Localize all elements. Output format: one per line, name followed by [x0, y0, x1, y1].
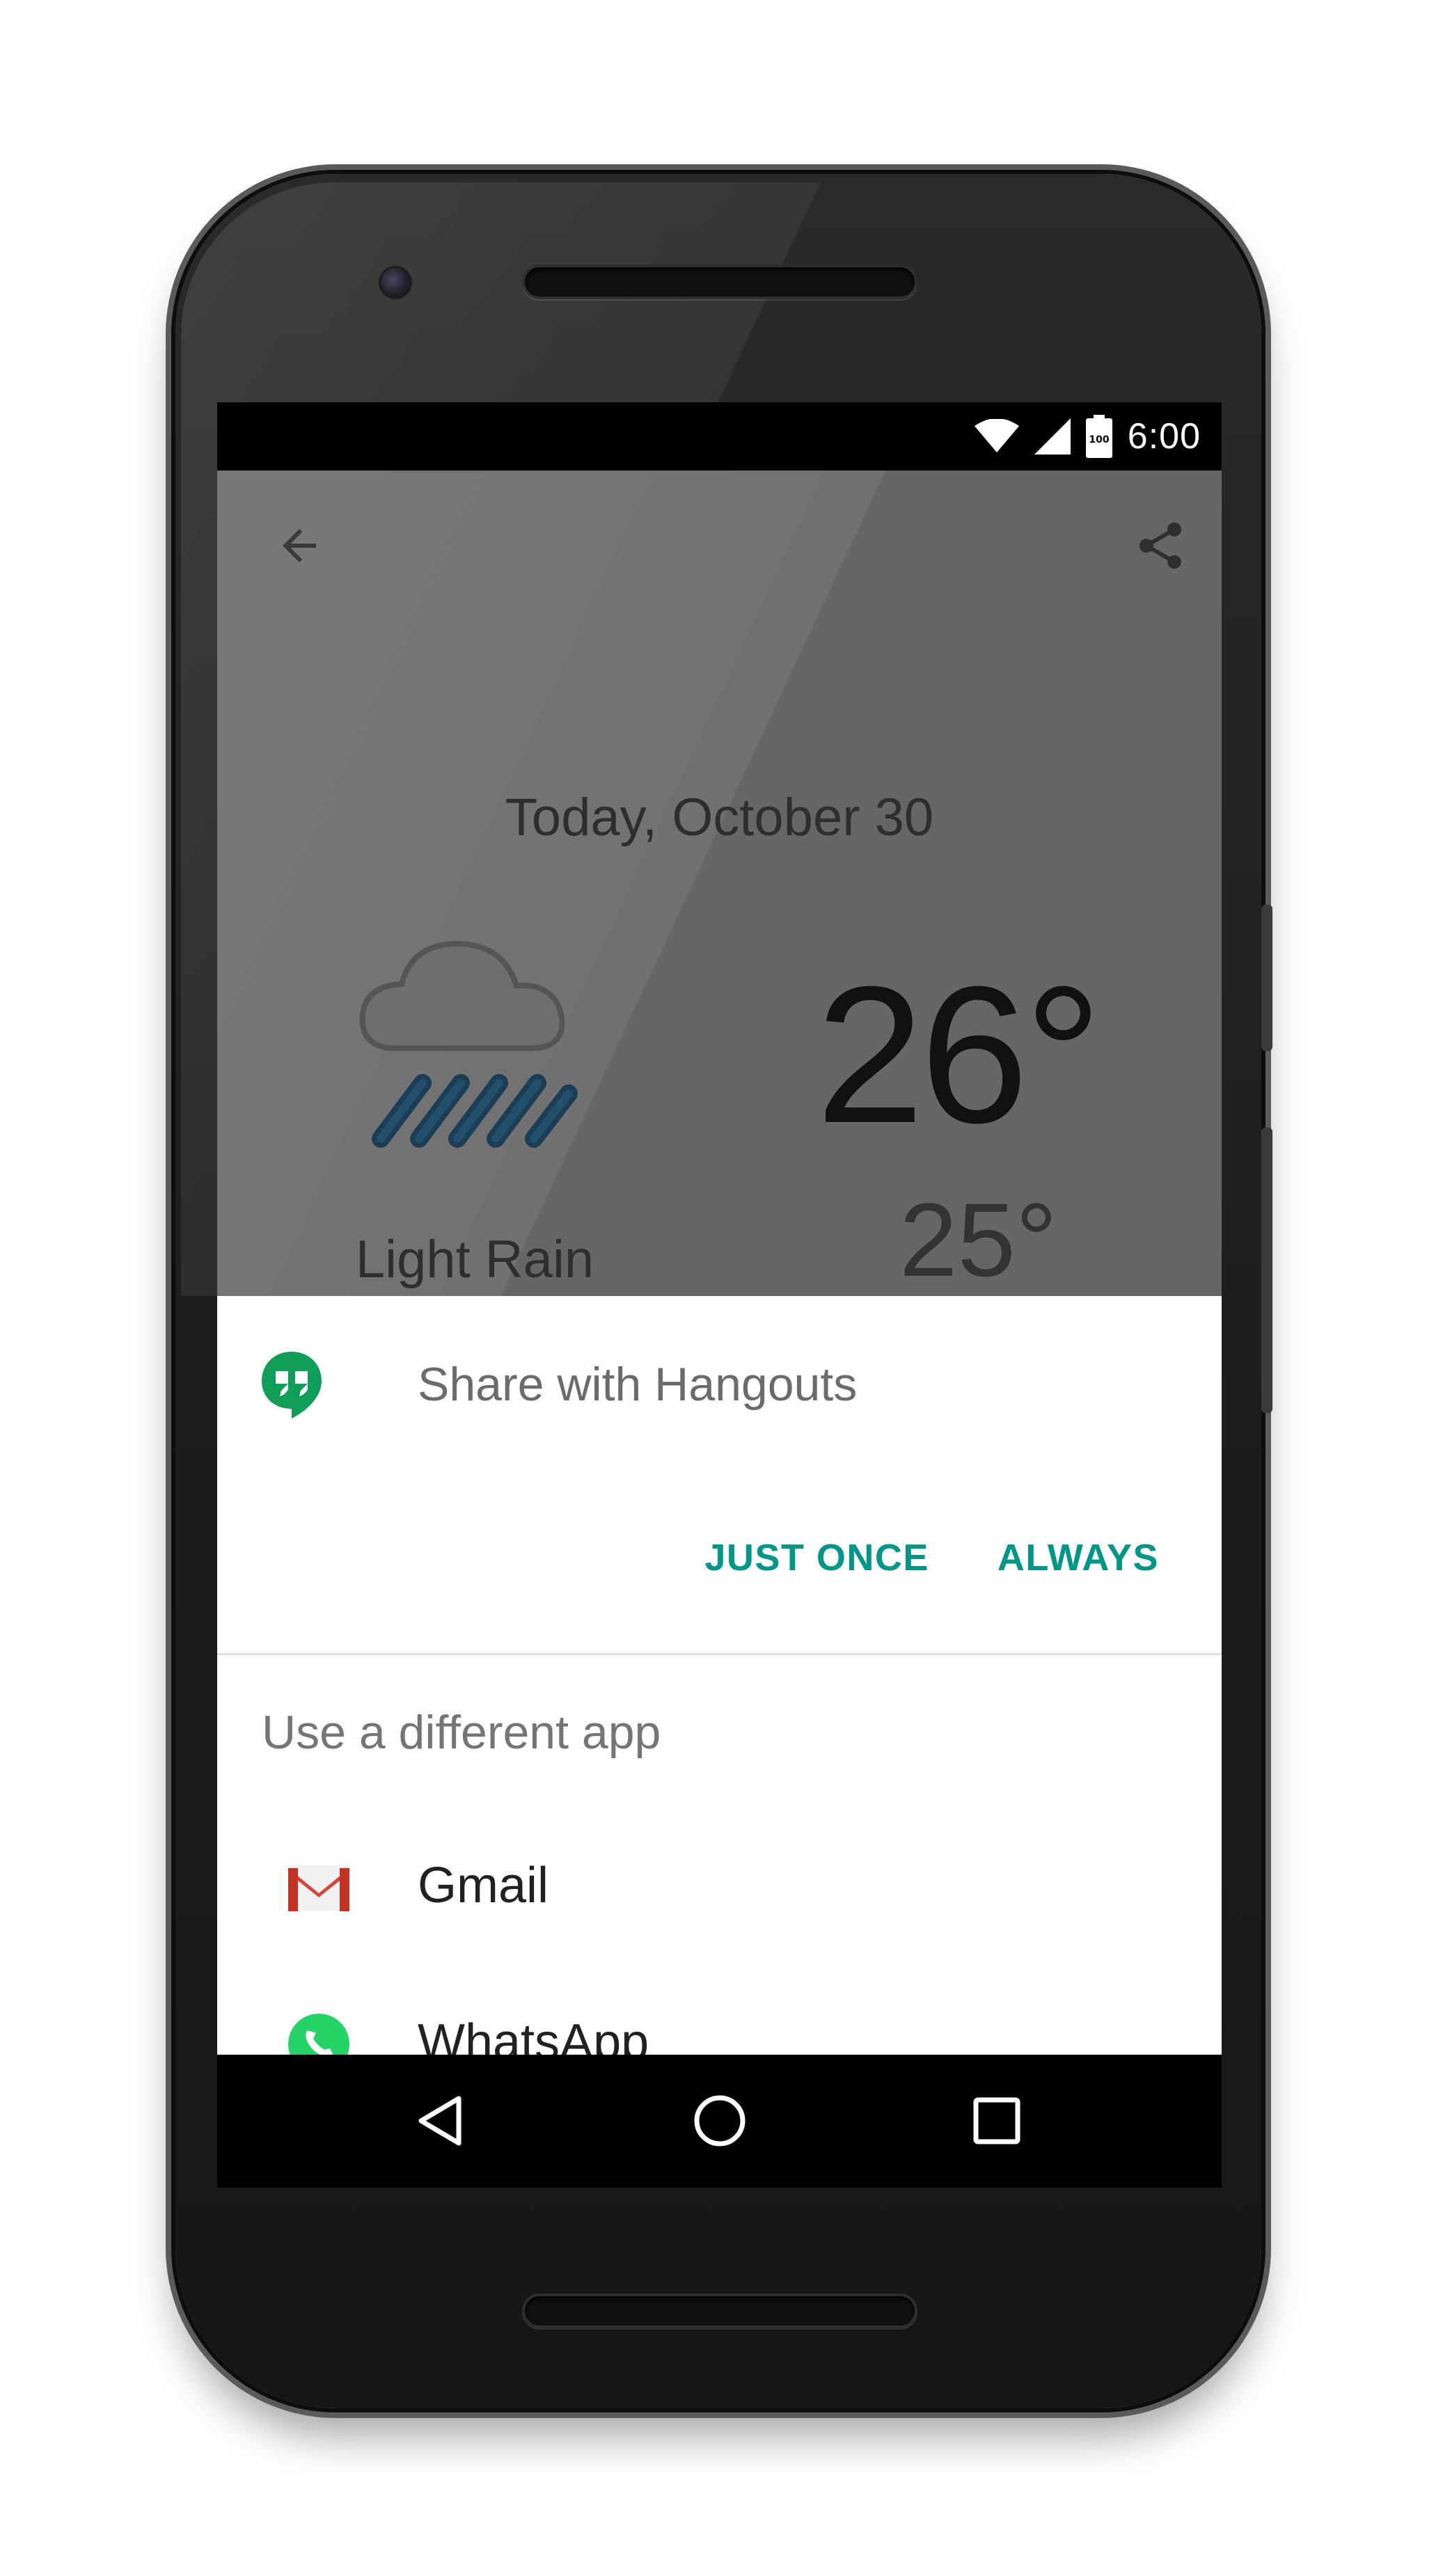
gmail-icon — [288, 1865, 349, 1911]
screen-glare — [217, 471, 1222, 1296]
status-icons: 100 6:00 — [974, 402, 1201, 471]
battery-icon: 100 — [1085, 415, 1112, 458]
screen: 100 6:00 Today, October 30 26° 25° Light… — [217, 402, 1222, 2188]
nav-home-icon — [694, 2095, 746, 2147]
app-option-gmail[interactable]: Gmail — [217, 1825, 1222, 1964]
navigation-bar — [217, 2055, 1222, 2188]
always-button[interactable]: ALWAYS — [998, 1536, 1159, 1579]
weather-detail-screen: Today, October 30 26° 25° Light Rain — [217, 471, 1222, 1296]
app-option-whatsapp[interactable]: WhatsApp — [217, 1982, 1222, 2055]
arrow-back-icon — [283, 529, 316, 562]
battery-level-label: 100 — [1089, 434, 1109, 445]
status-bar: 100 6:00 — [217, 402, 1222, 471]
light-rain-icon — [359, 940, 578, 1148]
share-icon — [1140, 522, 1181, 569]
volume-button — [1261, 1128, 1272, 1413]
nav-recents-button[interactable] — [962, 2086, 1032, 2156]
divider — [217, 1653, 1222, 1655]
nav-back-button[interactable] — [405, 2086, 475, 2156]
nav-recents-icon — [973, 2097, 1020, 2144]
bottom-speaker — [522, 2293, 917, 2328]
status-time: 6:00 — [1127, 416, 1201, 457]
cell-signal-icon — [1034, 418, 1071, 455]
nav-back-icon — [418, 2096, 462, 2146]
app-name-whatsapp: WhatsApp — [418, 2014, 649, 2055]
share-button[interactable] — [1127, 512, 1194, 579]
share-actions: JUST ONCE ALWAYS — [704, 1536, 1159, 1579]
hangouts-icon — [262, 1352, 322, 1419]
just-once-button[interactable]: JUST ONCE — [704, 1536, 929, 1579]
temperature-high: 26° — [816, 947, 1102, 1164]
power-button — [1261, 905, 1272, 1051]
forecast-date: Today, October 30 — [505, 788, 934, 847]
weather-condition: Light Rain — [355, 1230, 594, 1289]
temperature-low: 25° — [899, 1181, 1057, 1298]
share-with-hangouts-row[interactable]: Share with Hangouts — [217, 1296, 1222, 1477]
back-button[interactable] — [266, 512, 333, 579]
whatsapp-icon — [288, 2014, 349, 2055]
nav-home-button[interactable] — [685, 2086, 755, 2156]
share-sheet: Share with Hangouts JUST ONCE ALWAYS Use… — [217, 1296, 1222, 2055]
different-app-label: Use a different app — [262, 1706, 661, 1759]
wifi-icon — [974, 419, 1019, 452]
top-speaker — [522, 264, 917, 299]
share-title: Share with Hangouts — [418, 1358, 858, 1411]
front-camera — [379, 266, 412, 299]
app-name-gmail: Gmail — [418, 1858, 549, 1913]
